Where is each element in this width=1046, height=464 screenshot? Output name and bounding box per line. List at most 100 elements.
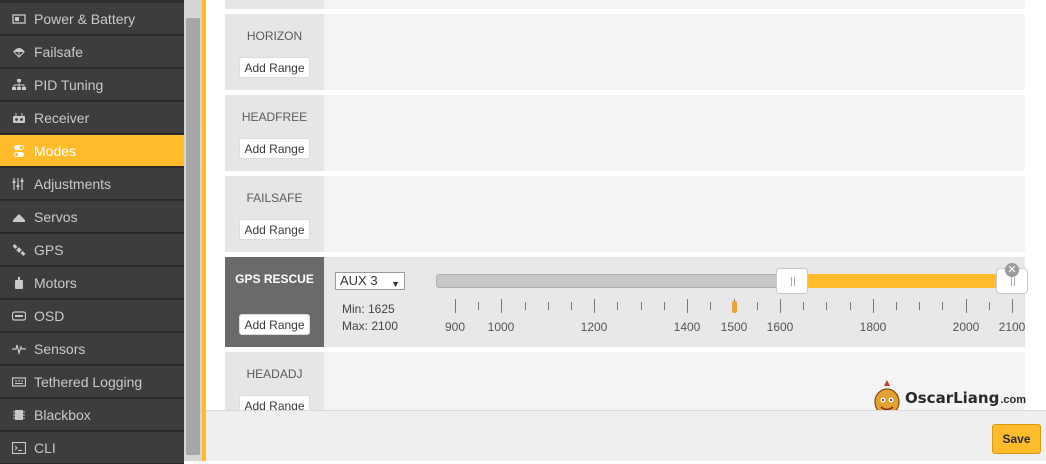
- pid-tree-icon: [12, 78, 26, 91]
- range-slider-fill: [792, 274, 1012, 288]
- motor-icon: [12, 276, 26, 289]
- scale-tick-label: 1000: [487, 320, 515, 334]
- add-range-button[interactable]: Add Range: [239, 314, 310, 335]
- mode-name-cell: [225, 14, 324, 90]
- mode-row-horizon: HORIZON Add Range: [225, 14, 1025, 90]
- mode-name: HEADADJ: [246, 367, 303, 381]
- scale-tick: [780, 299, 781, 313]
- sidebar-item-failsafe[interactable]: Failsafe: [0, 36, 184, 68]
- scale-tick: [826, 302, 827, 310]
- add-range-button[interactable]: Add Range: [239, 57, 310, 78]
- sidebar-item-sensors[interactable]: Sensors: [0, 333, 184, 365]
- sidebar-item-blackbox[interactable]: Blackbox: [0, 399, 184, 431]
- mode-row-headfree: HEADFREE Add Range: [225, 95, 1025, 171]
- scale-tick: [617, 302, 618, 310]
- add-range-button[interactable]: Add Range: [239, 219, 310, 240]
- sidebar-item-label: Power & Battery: [34, 10, 136, 27]
- range-max-label: Max: 2100: [342, 319, 399, 333]
- sidebar-item-power-battery[interactable]: Power & Battery: [0, 3, 184, 35]
- sidebar-item-label: Adjustments: [34, 175, 112, 192]
- sidebar-item-label: Failsafe: [34, 43, 84, 60]
- sidebar-item-tethered-logging[interactable]: Tethered Logging: [0, 366, 184, 398]
- sidebar-scrollbar-thumb[interactable]: [186, 18, 200, 455]
- scale-tick-label: 1600: [766, 320, 794, 334]
- scale-tick-label: 2100: [998, 320, 1026, 334]
- scale-tick: [664, 302, 665, 310]
- sidebar-item-label: GPS: [34, 241, 64, 258]
- scale-tick: [757, 302, 758, 310]
- add-range-button[interactable]: Add Range: [239, 395, 310, 410]
- mode-name: GPS RESCUE: [235, 272, 314, 286]
- sidebar-nav: Power & Battery Failsafe PID Tuning Rece…: [0, 0, 184, 464]
- scale-tick: [641, 302, 642, 310]
- sidebar-item-osd[interactable]: OSD: [0, 300, 184, 332]
- sidebar-item-motors[interactable]: Motors: [0, 267, 184, 299]
- scale-tick-label: 1400: [673, 320, 701, 334]
- scale-tick: [478, 302, 479, 310]
- toggle-icon: [12, 144, 26, 157]
- watermark-suffix: .com: [1000, 393, 1027, 406]
- modes-list: HORIZON Add Range HEADFREE Add Range FAI…: [206, 0, 1046, 410]
- sidebar-item-label: CLI: [34, 439, 56, 456]
- sidebar-item-adjustments[interactable]: Adjustments: [0, 168, 184, 200]
- aux-channel-select[interactable]: AUX 3 ▼: [335, 272, 405, 290]
- scale-tick: [501, 299, 502, 313]
- pulse-icon: [12, 343, 26, 355]
- sidebar-item-label: Sensors: [34, 340, 86, 357]
- scale-tick: [687, 299, 688, 313]
- scale-tick: [989, 302, 990, 310]
- scale-tick: [942, 302, 943, 310]
- sidebar-item-label: Tethered Logging: [34, 373, 143, 390]
- terminal-icon: [12, 441, 26, 454]
- aux-channel-value: AUX 3: [340, 273, 378, 288]
- scale-tick: [1012, 299, 1013, 313]
- scale-tick: [966, 299, 967, 313]
- scale-tick: [850, 302, 851, 310]
- servo-icon: [12, 211, 26, 223]
- satellite-icon: [12, 243, 26, 256]
- mode-name-cell: [225, 95, 324, 171]
- scale-tick-label: 1200: [580, 320, 608, 334]
- osd-icon: [12, 310, 26, 322]
- sidebar-item-label: Blackbox: [34, 406, 91, 423]
- scale-tick: [803, 302, 804, 310]
- blackbox-icon: [12, 409, 26, 421]
- sidebar-item-label: Receiver: [34, 109, 90, 126]
- battery-icon: [12, 13, 26, 25]
- scale-tick: [548, 302, 549, 310]
- scale-tick-label: 1500: [720, 320, 748, 334]
- scale-tick: [571, 302, 572, 310]
- chevron-down-icon: ▼: [391, 279, 400, 289]
- add-range-button[interactable]: Add Range: [239, 138, 310, 159]
- sidebar-item-receiver[interactable]: Receiver: [0, 102, 184, 134]
- scale-tick: [455, 299, 456, 313]
- sidebar-item-label: Modes: [34, 142, 77, 159]
- bottom-toolbar: [206, 410, 1046, 461]
- mode-name-cell: [225, 0, 324, 9]
- mode-name-cell: [225, 176, 324, 252]
- sliders-icon: [12, 177, 26, 190]
- sidebar-item-servos[interactable]: Servos: [0, 201, 184, 233]
- scale-tick: [594, 299, 595, 313]
- scale-tick: [896, 302, 897, 310]
- sidebar-item-label: OSD: [34, 307, 65, 324]
- sidebar-item-pid-tuning[interactable]: PID Tuning: [0, 69, 184, 101]
- sidebar-item-label: Servos: [34, 208, 78, 225]
- sidebar-item-label: Motors: [34, 274, 77, 291]
- parachute-icon: [12, 46, 26, 58]
- receiver-icon: [12, 112, 26, 124]
- remove-range-close-icon[interactable]: ✕: [1005, 263, 1019, 277]
- mode-row-gps-rescue: GPS RESCUE Add Range AUX 3 ▼ Min: 1625 M…: [225, 257, 1028, 347]
- scale-tick: [710, 302, 711, 310]
- mode-row-previous: [225, 0, 1025, 9]
- mode-name: HORIZON: [246, 29, 303, 43]
- range-min-handle[interactable]: [776, 268, 808, 294]
- sidebar-item-gps[interactable]: GPS: [0, 234, 184, 266]
- mode-row-failsafe: FAILSAFE Add Range: [225, 176, 1025, 252]
- scale-tick-label: 1800: [859, 320, 887, 334]
- sidebar-item-modes[interactable]: Modes: [0, 135, 184, 167]
- scale-tick: [873, 299, 874, 313]
- save-button[interactable]: Save: [992, 424, 1041, 454]
- sidebar-item-cli[interactable]: CLI: [0, 432, 184, 464]
- current-channel-value-marker: [732, 301, 737, 313]
